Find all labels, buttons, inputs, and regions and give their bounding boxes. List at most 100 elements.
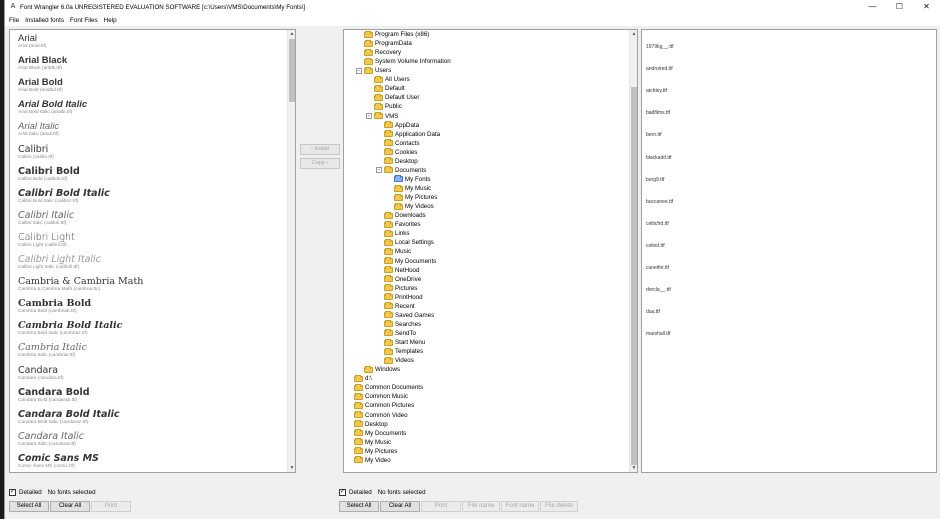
font-file-item[interactable]: bern.ttf: [646, 132, 662, 138]
font-file-item[interactable]: androired.ttf: [646, 66, 673, 72]
tree-folder-item[interactable]: − VMS: [366, 112, 398, 121]
font-list-item[interactable]: Cambria Italic Cambria Italic (cambriai.t…: [18, 342, 87, 359]
font-list-item[interactable]: Calibri Light Italic Calibri Light Italic…: [18, 254, 101, 271]
font-files-list[interactable]: 1979kg__.ttf androired.ttf atchley.ttf badf…: [641, 29, 937, 473]
scroll-thumb[interactable]: [631, 87, 637, 465]
tree-folder-item[interactable]: Application Data: [384, 130, 440, 139]
tree-folder-item[interactable]: My Music: [394, 184, 431, 193]
font-list-item[interactable]: Calibri Italic Calibri Italic (calibrii.t…: [18, 210, 74, 227]
tree-folder-item[interactable]: My Videos: [394, 202, 434, 211]
detailed-checkbox[interactable]: ✓: [339, 489, 346, 496]
tree-folder-item[interactable]: NetHood: [384, 266, 419, 275]
clear-all-button[interactable]: Clear All: [50, 501, 90, 512]
tree-folder-item[interactable]: Common Documents: [354, 383, 423, 392]
font-file-item[interactable]: dua.ttf: [646, 309, 660, 315]
select-all-button[interactable]: Select All: [339, 501, 379, 512]
tree-folder-item[interactable]: Contacts: [384, 139, 419, 148]
tree-folder-item[interactable]: System Volume Information: [364, 57, 451, 66]
font-list-item[interactable]: Comic Sans MS Comic Sans MS (comic.ttf): [18, 453, 99, 470]
font-list-scrollbar[interactable]: ▲ ▼: [287, 30, 295, 472]
font-list-item[interactable]: Arial Italic Arial Italic (ariali.ttf): [18, 121, 59, 138]
title-bar[interactable]: A Font Wrangler 6.0a UNREGISTERED EVALUA…: [5, 0, 940, 14]
font-list-item[interactable]: Candara Candara (candara.ttf): [18, 365, 64, 382]
installed-fonts-list[interactable]: Arial Arial (arial.ttf) Arial Black Arial B…: [9, 29, 296, 473]
font-file-item[interactable]: buccanee.ttf: [646, 199, 673, 205]
tree-folder-item[interactable]: Default: [374, 84, 405, 93]
tree-folder-item[interactable]: Start Menu: [384, 338, 425, 347]
font-file-item[interactable]: coiled.ttf: [646, 243, 665, 249]
tree-folder-item[interactable]: − Users: [356, 66, 391, 75]
tree-folder-item[interactable]: My Fonts: [394, 175, 430, 184]
font-file-item[interactable]: borg9.ttf: [646, 177, 664, 183]
scroll-up-icon[interactable]: ▲: [630, 30, 637, 38]
collapse-icon[interactable]: −: [376, 167, 382, 174]
font-file-item[interactable]: marshall.ttf: [646, 331, 670, 337]
font-file-item[interactable]: celticfrd.ttf: [646, 221, 669, 227]
menu-help[interactable]: Help: [104, 17, 117, 24]
font-list-item[interactable]: Calibri Bold Calibri Bold (calibrib.ttf): [18, 166, 80, 183]
tree-folder-item[interactable]: Common Video: [354, 411, 408, 420]
print-button[interactable]: Print: [91, 501, 131, 512]
sort-file-name-button[interactable]: File name: [462, 501, 500, 512]
tree-folder-item[interactable]: Program Files (x86): [364, 30, 429, 39]
copy-button[interactable]: Copy ›: [300, 158, 340, 169]
tree-folder-item[interactable]: Windows: [364, 365, 400, 374]
tree-folder-item[interactable]: Common Pictures: [354, 401, 414, 410]
tree-folder-item[interactable]: Default User: [374, 93, 419, 102]
tree-folder-item[interactable]: Public: [374, 102, 402, 111]
font-file-item[interactable]: badfilms.ttf: [646, 110, 670, 116]
scroll-up-icon[interactable]: ▲: [288, 30, 295, 38]
print-button[interactable]: Print: [421, 501, 461, 512]
tree-folder-item[interactable]: d:\: [354, 374, 372, 383]
font-list-item[interactable]: Calibri Bold Italic Calibri Bold Italic (…: [18, 188, 110, 205]
folder-tree-scrollbar[interactable]: ▲ ▼: [629, 30, 637, 472]
install-button[interactable]: ‹ Install: [300, 144, 340, 155]
font-list-item[interactable]: Calibri Light Calibri Light (calibril.ttf…: [18, 232, 75, 249]
tree-folder-item[interactable]: AppData: [384, 121, 419, 130]
tree-folder-item[interactable]: Downloads: [384, 211, 426, 220]
font-list-item[interactable]: Arial Arial (arial.ttf): [18, 33, 47, 50]
tree-folder-item[interactable]: PrintHood: [384, 293, 423, 302]
font-list-item[interactable]: Candara Italic Candara Italic (candarai.t…: [18, 431, 84, 448]
tree-folder-item[interactable]: ProgramData: [364, 39, 412, 48]
font-file-item[interactable]: dorcla__.ttf: [646, 287, 671, 293]
tree-folder-item[interactable]: Favorites: [384, 220, 420, 229]
tree-folder-item[interactable]: Videos: [384, 356, 414, 365]
font-file-item[interactable]: 1979kg__.ttf: [646, 44, 674, 50]
sort-font-name-button[interactable]: Font name: [501, 501, 539, 512]
tree-folder-item[interactable]: Pictures: [384, 284, 417, 293]
tree-folder-item[interactable]: SendTo: [384, 329, 416, 338]
tree-folder-item[interactable]: My Pictures: [354, 447, 397, 456]
select-all-button[interactable]: Select All: [9, 501, 49, 512]
file-delete-button[interactable]: File delete: [540, 501, 578, 512]
detailed-checkbox[interactable]: ✓: [9, 489, 16, 496]
tree-folder-item[interactable]: Local Settings: [384, 238, 434, 247]
font-list-item[interactable]: Candara Bold Candara Bold (candarab.ttf): [18, 387, 90, 404]
clear-all-button[interactable]: Clear All: [380, 501, 420, 512]
tree-folder-item[interactable]: Common Music: [354, 392, 408, 401]
folder-tree[interactable]: Program Files (x86) ProgramData Recovery Sy…: [343, 29, 638, 473]
tree-folder-item[interactable]: OneDrive: [384, 275, 421, 284]
close-icon[interactable]: ✕: [913, 0, 940, 14]
tree-folder-item[interactable]: Music: [384, 247, 411, 256]
font-list-item[interactable]: Arial Black Arial Black (ariblk.ttf): [18, 55, 67, 72]
tree-folder-item[interactable]: My Documents: [354, 429, 406, 438]
maximize-icon[interactable]: ☐: [886, 0, 913, 14]
tree-folder-item[interactable]: Links: [384, 229, 409, 238]
tree-folder-item[interactable]: My Video: [354, 456, 391, 465]
scroll-thumb[interactable]: [289, 39, 295, 102]
tree-folder-item[interactable]: Desktop: [384, 157, 418, 166]
menu-file[interactable]: File: [9, 17, 19, 24]
tree-folder-item[interactable]: Desktop: [354, 420, 388, 429]
collapse-icon[interactable]: −: [366, 113, 372, 120]
tree-folder-item[interactable]: Searches: [384, 320, 421, 329]
minimize-icon[interactable]: —: [859, 0, 886, 14]
tree-folder-item[interactable]: My Music: [354, 438, 391, 447]
font-file-item[interactable]: blackadd.ttf: [646, 155, 672, 161]
menu-font-files[interactable]: Font Files: [70, 17, 98, 24]
scroll-down-icon[interactable]: ▼: [288, 464, 295, 472]
tree-folder-item[interactable]: Saved Games: [384, 311, 434, 320]
font-file-item[interactable]: atchley.ttf: [646, 88, 667, 94]
tree-folder-item[interactable]: Templates: [384, 347, 423, 356]
font-list-item[interactable]: Cambria & Cambria Math Cambria & Cambria …: [18, 276, 143, 293]
